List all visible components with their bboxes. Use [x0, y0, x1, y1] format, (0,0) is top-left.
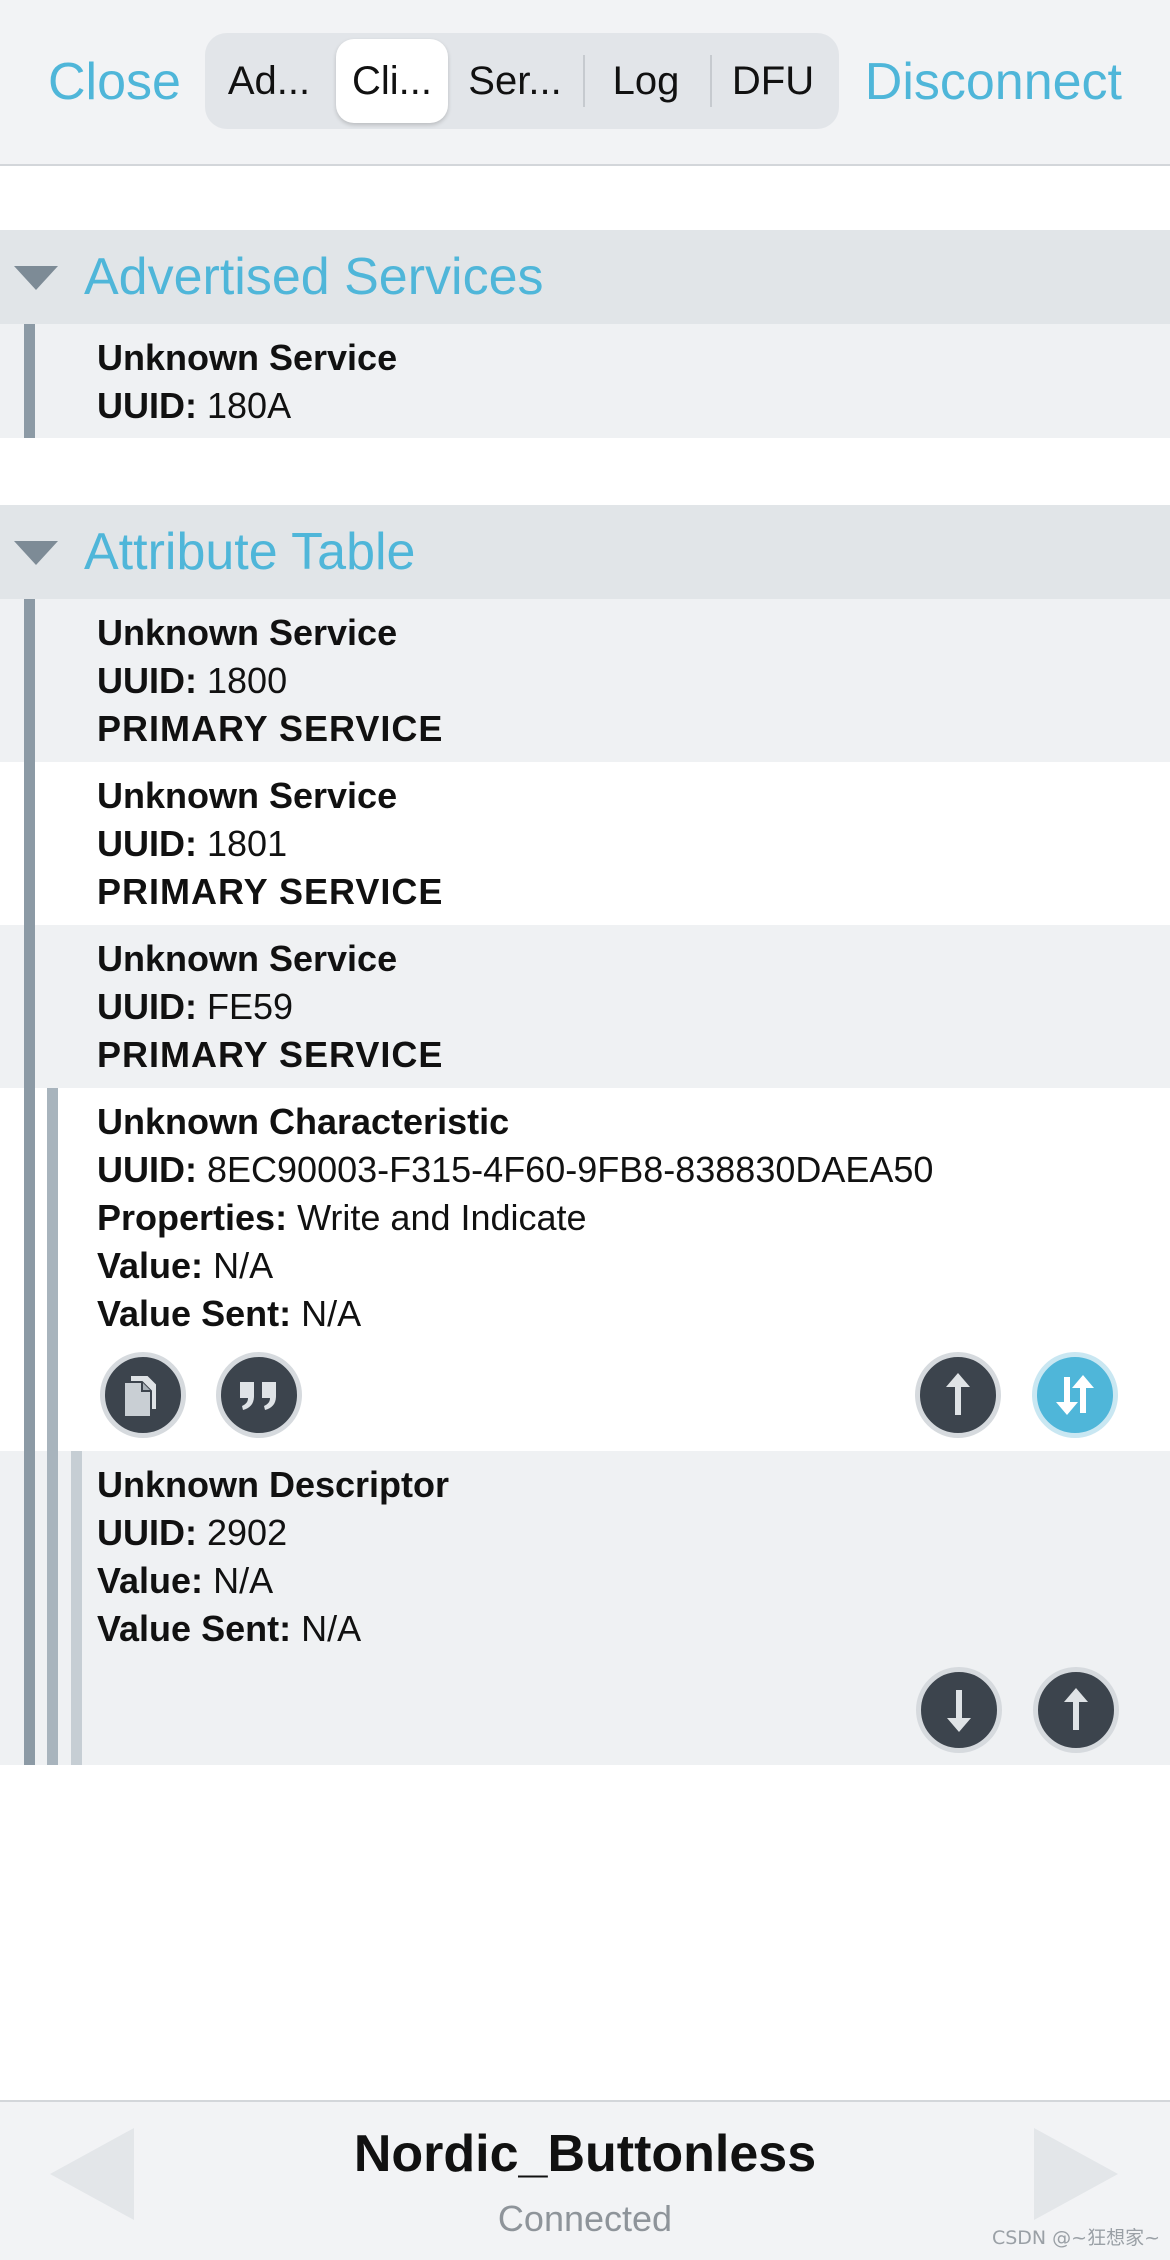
indent-bar: [24, 762, 35, 925]
uuid-key: UUID:: [97, 1512, 197, 1553]
uuid-key: UUID:: [97, 660, 197, 701]
value-key: Value:: [97, 1245, 204, 1286]
quote-icon: [240, 1382, 276, 1410]
descriptor-row[interactable]: Unknown Descriptor UUID: 2902 Value: N/A…: [0, 1451, 1170, 1765]
indicate-toggle-button[interactable]: [1032, 1352, 1118, 1438]
service-name: Unknown Service: [97, 775, 398, 816]
uuid-value: 8EC90003-F315-4F60-9FB8-838830DAEA50: [207, 1149, 934, 1190]
uuid-value: 2902: [207, 1512, 288, 1553]
value-value: N/A: [213, 1245, 274, 1286]
disconnect-button[interactable]: Disconnect: [865, 50, 1122, 114]
arrow-up-icon: [946, 1373, 970, 1415]
uuid-key: UUID:: [97, 1149, 197, 1190]
indent-bar: [71, 1451, 82, 1765]
uuid-value: 180A: [207, 385, 292, 426]
tab-divider: [710, 55, 712, 107]
indent-bar: [47, 1088, 58, 1451]
watermark: CSDN @~狂想家~: [991, 2227, 1160, 2249]
service-name: Unknown Service: [97, 612, 398, 653]
service-row[interactable]: Unknown Service UUID: 1800 PRIMARY SERVI…: [0, 599, 1170, 762]
value-sent-key: Value Sent:: [97, 1293, 292, 1334]
indent-bar: [24, 324, 35, 438]
write-button[interactable]: [1033, 1667, 1119, 1753]
service-row[interactable]: Unknown Service UUID: FE59 PRIMARY SERVI…: [0, 925, 1170, 1088]
close-button[interactable]: Close: [48, 50, 181, 114]
value-sent-value: N/A: [301, 1293, 362, 1334]
tab-divider: [583, 55, 585, 107]
indent-bar: [24, 1088, 35, 1451]
arrow-up-icon: [1064, 1688, 1088, 1730]
write-button[interactable]: [915, 1352, 1001, 1438]
uuid-key: UUID:: [97, 986, 197, 1027]
collapse-triangle-icon: [14, 266, 58, 290]
value-key: Value:: [97, 1560, 204, 1601]
tab-client[interactable]: Cli...: [336, 39, 448, 123]
uuid-value: 1800: [207, 660, 288, 701]
device-name: Nordic_Buttonless: [353, 2125, 817, 2183]
next-device-arrow-icon[interactable]: [1034, 2128, 1118, 2220]
uuid-value: 1801: [207, 823, 288, 864]
top-navigation-bar: Close Ad... Cli... Ser... Log DFU Discon…: [0, 0, 1170, 166]
service-name: Unknown Service: [97, 337, 398, 378]
tab-server[interactable]: Ser...: [459, 39, 571, 123]
service-type: PRIMARY SERVICE: [97, 871, 444, 912]
tab-advertiser[interactable]: Ad...: [213, 39, 325, 123]
arrow-down-icon: [947, 1690, 971, 1732]
attribute-table-header[interactable]: Attribute Table: [0, 505, 1170, 599]
properties-key: Properties:: [97, 1197, 288, 1238]
arrows-up-down-icon: [1056, 1375, 1094, 1415]
collapse-triangle-icon: [14, 541, 58, 565]
characteristic-name: Unknown Characteristic: [97, 1101, 510, 1142]
properties-value: Write and Indicate: [297, 1197, 587, 1238]
indent-bar: [24, 1451, 35, 1765]
tab-segmented-control: Ad... Cli... Ser... Log DFU: [205, 33, 839, 129]
section-title: Advertised Services: [84, 248, 544, 306]
characteristic-row[interactable]: Unknown Characteristic UUID: 8EC90003-F3…: [0, 1088, 1170, 1451]
advertised-service-row[interactable]: Unknown Service UUID: 180A: [0, 324, 1170, 438]
format-button[interactable]: [216, 1352, 302, 1438]
bottom-device-bar: Nordic_Buttonless Connected CSDN @~狂想家~: [0, 2100, 1170, 2260]
indent-bar: [24, 599, 35, 762]
descriptor-name: Unknown Descriptor: [97, 1464, 450, 1505]
value-value: N/A: [213, 1560, 274, 1601]
value-sent-key: Value Sent:: [97, 1608, 292, 1649]
advertised-services-header[interactable]: Advertised Services: [0, 230, 1170, 324]
indent-bar: [24, 925, 35, 1088]
copy-button[interactable]: [100, 1352, 186, 1438]
indent-bar: [47, 1451, 58, 1765]
tab-log[interactable]: Log: [590, 39, 702, 123]
service-type: PRIMARY SERVICE: [97, 1034, 444, 1075]
service-type: PRIMARY SERVICE: [97, 708, 444, 749]
tab-dfu[interactable]: DFU: [717, 39, 829, 123]
uuid-value: FE59: [207, 986, 294, 1027]
uuid-key: UUID:: [97, 823, 197, 864]
read-button[interactable]: [916, 1667, 1002, 1753]
section-title: Attribute Table: [84, 523, 416, 581]
copy-icon: [123, 1374, 158, 1418]
service-row[interactable]: Unknown Service UUID: 1801 PRIMARY SERVI…: [0, 762, 1170, 925]
uuid-key: UUID:: [97, 385, 197, 426]
service-name: Unknown Service: [97, 938, 398, 979]
value-sent-value: N/A: [301, 1608, 362, 1649]
